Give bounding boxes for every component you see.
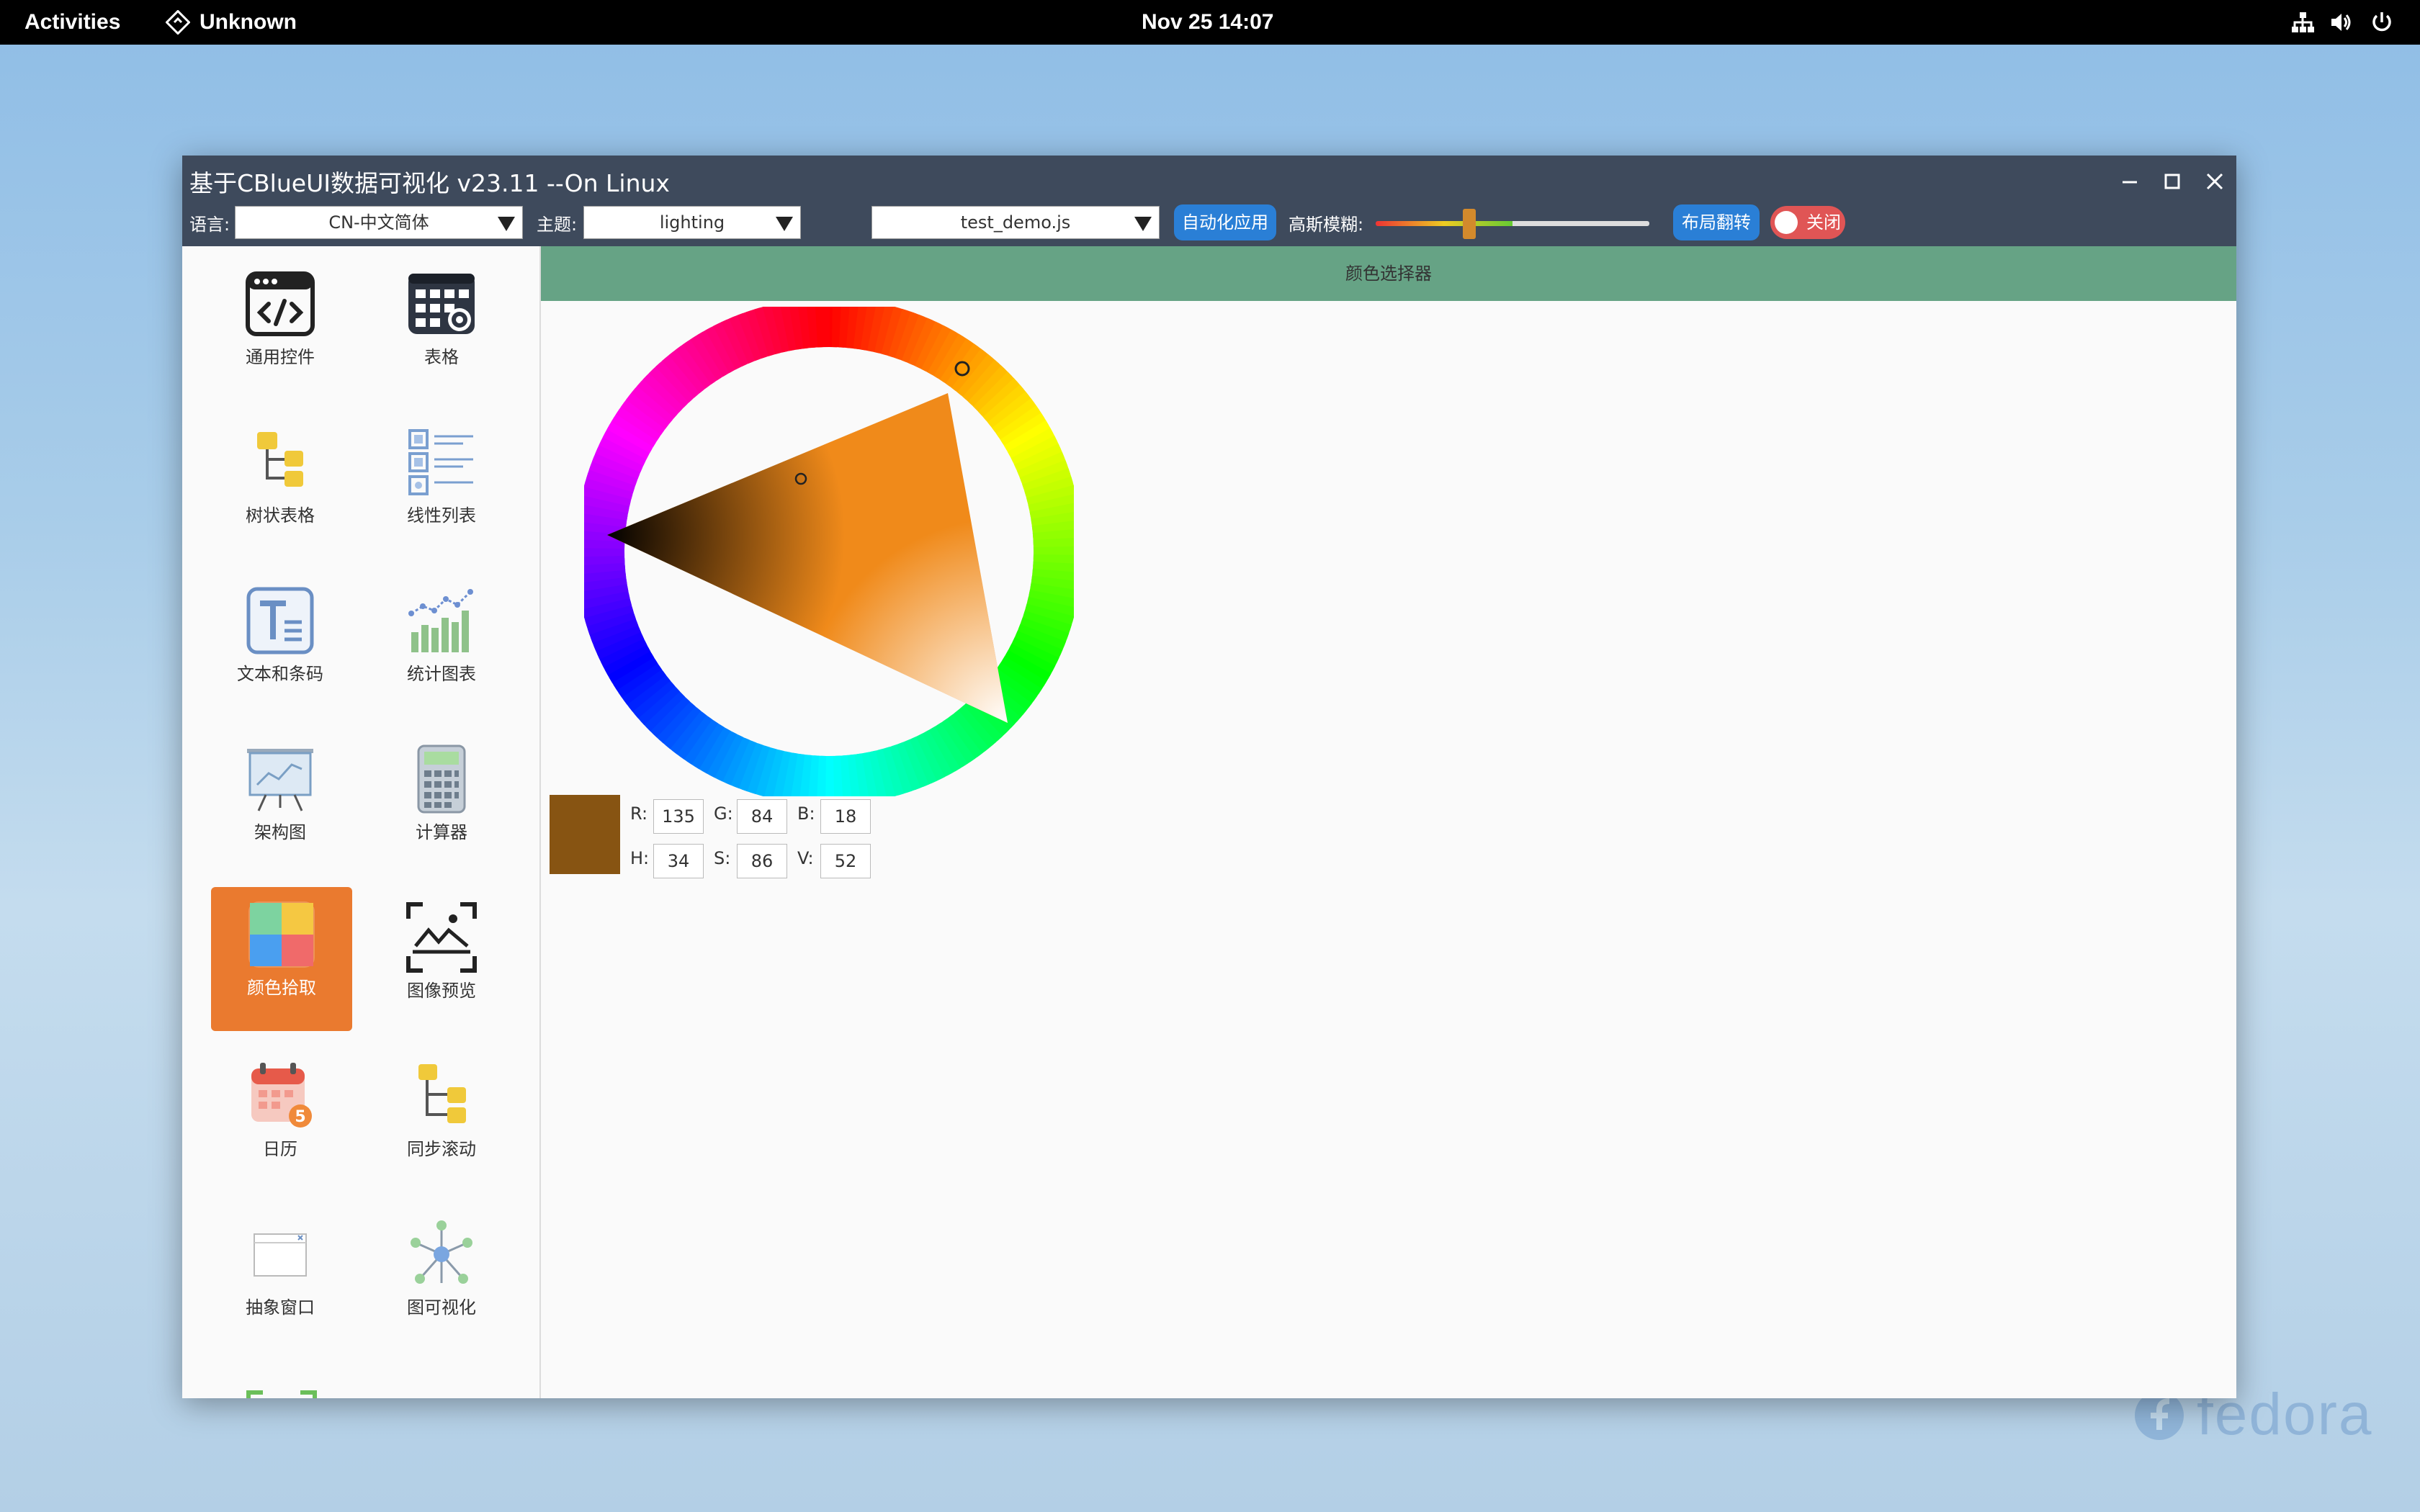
sidebar-item-sync-scroll[interactable]: 同步滚动 [371,1048,512,1192]
graph-visualization-icon [411,1220,472,1284]
blur-slider-track[interactable] [1376,221,1649,226]
code-window-icon [246,271,315,336]
g-label: G: [714,804,733,824]
color-swatch [550,795,620,874]
sidebar-item-label: 统计图表 [407,664,476,684]
presentation-board-icon [247,749,313,811]
sidebar-item-linear-list[interactable]: 线性列表 [371,415,512,559]
partial-item-icon [246,1390,317,1398]
chevron-down-icon [776,217,793,231]
activities-button[interactable]: Activities [24,0,120,45]
stats-chart-icon [408,589,473,652]
sidebar-item-label: 架构图 [254,822,306,842]
image-preview-icon [406,902,477,973]
r-field[interactable]: 135 [653,799,704,834]
sidebar-item-table[interactable]: 表格 [371,256,512,400]
app-diamond-icon [166,10,190,35]
sidebar-item-label: 计算器 [416,822,467,842]
s-label: S: [714,848,731,868]
minimize-icon[interactable] [2114,166,2146,197]
sidebar-item-label: 图可视化 [407,1297,476,1318]
sidebar-item-calendar[interactable]: 5 日历 [210,1048,351,1192]
h-label: H: [630,848,650,868]
tree-table-icon [257,432,303,487]
chevron-down-icon [1134,217,1152,231]
sidebar-item-label: 树状表格 [246,505,315,526]
svg-text:5: 5 [295,1108,305,1126]
sidebar-item-abstract-window[interactable]: 抽象窗口 [210,1207,351,1351]
v-label: V: [797,848,814,868]
sidebar-item-label: 表格 [424,347,459,367]
s-field[interactable]: 86 [737,844,787,878]
theme-select-value: lighting [659,212,725,233]
sidebar-item-label: 颜色拾取 [247,978,316,998]
color-picker-icon [248,901,315,968]
b-label: B: [797,804,815,824]
toggle-knob [1775,211,1798,234]
theme-label: 主题: [537,215,578,235]
title-bar: 基于CBlueUI数据可视化 v23.11 --On Linux 语言: CN-… [182,156,2236,246]
g-field[interactable]: 84 [737,799,787,834]
sidebar-item-label: 同步滚动 [407,1139,476,1159]
clock[interactable]: Nov 25 14:07 [1142,0,1273,45]
top-bar: Activities Unknown Nov 25 14:07 [0,0,2420,45]
b-field[interactable]: 18 [820,799,871,834]
color-wheel[interactable] [584,307,1074,796]
linear-list-icon [408,429,473,495]
sidebar-item-architecture[interactable]: 架构图 [210,732,351,876]
table-settings-icon [408,274,475,334]
script-select[interactable]: test_demo.js [871,206,1160,239]
language-select-value: CN-中文简体 [328,212,429,233]
network-icon[interactable] [2290,10,2315,35]
h-field[interactable]: 34 [653,844,704,878]
sidebar-item-color-picker[interactable]: 颜色拾取 [211,887,352,1031]
close-toggle[interactable]: 关闭 [1770,206,1845,239]
sidebar-item-label: 文本和条码 [237,664,323,684]
sidebar: 通用控件 表格 树状表格 线性列表 文本和条码 统计图表 架构图 计算器 颜色拾… [182,246,541,1398]
script-select-value: test_demo.js [960,212,1071,233]
sidebar-item-image-preview[interactable]: 图像预览 [371,890,512,1034]
main-content: 颜色选择器 R: 135 G: 84 B: 18 H: 34 S: 86 V: … [541,246,2236,1398]
abstract-window-icon [254,1233,307,1277]
language-label: 语言: [189,215,230,235]
theme-select[interactable]: lighting [583,206,801,239]
window-title: 基于CBlueUI数据可视化 v23.11 --On Linux [189,169,670,197]
sidebar-item-label: 抽象窗口 [246,1297,315,1318]
sidebar-item-text-barcode[interactable]: 文本和条码 [210,573,351,717]
sidebar-item-label: 线性列表 [407,505,476,526]
r-label: R: [630,804,648,824]
language-select[interactable]: CN-中文简体 [235,206,523,239]
close-toggle-label: 关闭 [1806,212,1841,233]
sidebar-item-calculator[interactable]: 计算器 [371,732,512,876]
blur-label: 高斯模糊: [1289,215,1364,235]
calendar-icon: 5 [251,1063,312,1128]
sidebar-item-label: 日历 [263,1139,297,1159]
sidebar-item-label: 通用控件 [246,347,315,367]
text-icon [246,587,314,654]
app-window: 基于CBlueUI数据可视化 v23.11 --On Linux 语言: CN-… [182,156,2236,1398]
sync-scroll-icon [418,1064,466,1123]
sidebar-item-stats-chart[interactable]: 统计图表 [371,573,512,717]
chevron-down-icon [498,217,515,231]
sidebar-item-common-controls[interactable]: 通用控件 [210,256,351,400]
maximize-icon[interactable] [2156,166,2188,197]
sidebar-item-graph-visualization[interactable]: 图可视化 [371,1207,512,1351]
v-field[interactable]: 52 [820,844,871,878]
volume-icon[interactable] [2329,10,2354,35]
app-menu-label[interactable]: Unknown [200,0,297,45]
close-icon[interactable] [2199,166,2231,197]
sidebar-item-label: 图像预览 [407,981,476,1001]
blur-slider-handle[interactable] [1463,209,1476,239]
power-icon[interactable] [2370,10,2394,35]
content-header: 颜色选择器 [541,246,2236,301]
sidebar-item-tree-table[interactable]: 树状表格 [210,415,351,559]
layout-flip-button[interactable]: 布局翻转 [1673,204,1760,240]
auto-apply-button[interactable]: 自动化应用 [1174,204,1276,240]
calculator-icon [417,744,466,814]
